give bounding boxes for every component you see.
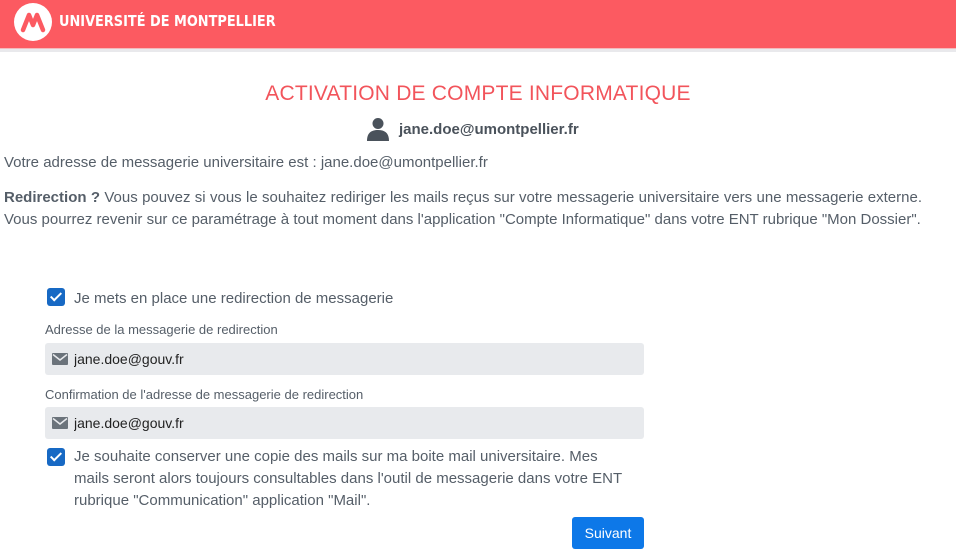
redirect-checkbox-label[interactable]: Je mets en place une redirection de mess… <box>74 288 393 310</box>
page-title: ACTIVATION DE COMPTE INFORMATIQUE <box>265 82 691 105</box>
keep-copy-checkbox-label[interactable]: Je souhaite conserver une copie des mail… <box>74 446 634 512</box>
redirection-info: Redirection ? Vous pouvez si vous le sou… <box>4 187 922 231</box>
university-brand[interactable]: UNIVERSITÉ DE MONTPELLIER <box>59 12 276 30</box>
user-icon <box>367 118 389 141</box>
user-identity: jane.doe@umontpellier.fr <box>367 116 579 142</box>
redirection-heading: Redirection ? <box>4 189 101 206</box>
redirect-checkbox-row[interactable]: Je mets en place une redirection de mess… <box>47 288 393 310</box>
envelope-icon <box>52 353 68 365</box>
user-email: jane.doe@umontpellier.fr <box>399 120 579 138</box>
keep-copy-checkbox-row[interactable]: Je souhaite conserver une copie des mail… <box>47 446 634 512</box>
redirect-address-input[interactable] <box>74 351 614 367</box>
mailbox-address-text: Votre adresse de messagerie universitair… <box>4 154 488 171</box>
redirect-address-field[interactable] <box>45 343 644 375</box>
redirect-confirm-field[interactable] <box>45 407 644 439</box>
um-logo-icon[interactable] <box>14 3 52 41</box>
header-divider <box>0 48 956 52</box>
keep-copy-checkbox[interactable] <box>47 448 65 466</box>
envelope-icon <box>52 417 68 429</box>
next-button[interactable]: Suivant <box>572 517 644 549</box>
top-header: UNIVERSITÉ DE MONTPELLIER <box>0 0 956 48</box>
redirect-confirm-input[interactable] <box>74 415 614 431</box>
redirect-address-label: Adresse de la messagerie de redirection <box>45 322 278 337</box>
redirect-checkbox[interactable] <box>47 288 65 306</box>
redirect-confirm-label: Confirmation de l'adresse de messagerie … <box>45 387 364 402</box>
redirection-text: Vous pouvez si vous le souhaitez redirig… <box>4 189 922 228</box>
